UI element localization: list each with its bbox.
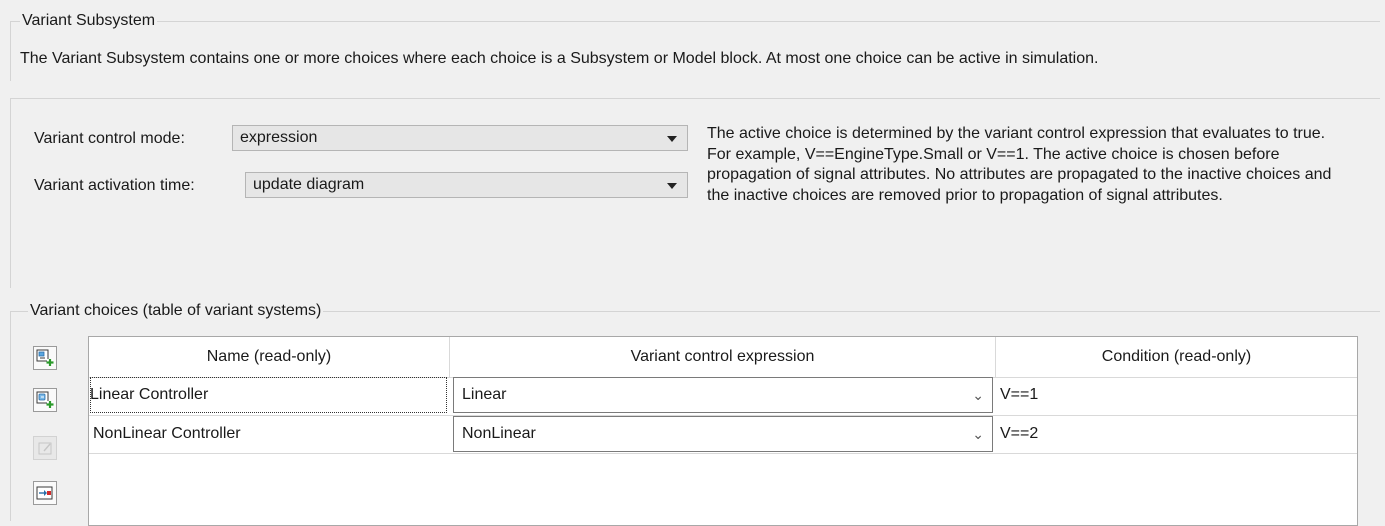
choice-expression-dropdown[interactable]: Linear ⌄ xyxy=(453,377,993,413)
activation-time-dropdown[interactable]: update diagram xyxy=(245,172,688,198)
dropdown-arrow-icon xyxy=(667,136,677,142)
dropdown-arrow-icon xyxy=(667,183,677,189)
add-subsystem-choice-icon xyxy=(36,349,54,366)
choice-name-cell[interactable]: Linear Controller xyxy=(90,377,447,413)
choice-condition-cell: V==1 xyxy=(1000,386,1039,403)
activation-time-label: Variant activation time: xyxy=(34,177,195,194)
choice-expression-value: NonLinear xyxy=(462,425,536,442)
variant-choices-title: Variant choices (table of variant system… xyxy=(28,301,324,321)
variant-subsystem-description: The Variant Subsystem contains one or mo… xyxy=(20,50,1099,67)
chevron-down-icon: ⌄ xyxy=(972,387,984,403)
activation-time-value: update diagram xyxy=(253,176,365,193)
control-mode-label: Variant control mode: xyxy=(34,130,185,147)
control-mode-value: expression xyxy=(240,129,318,146)
edit-choice-icon xyxy=(38,442,52,455)
column-header-condition[interactable]: Condition (read-only) xyxy=(996,337,1357,377)
edit-choice-button[interactable] xyxy=(33,436,57,460)
open-block-button[interactable] xyxy=(33,481,57,505)
column-header-expression[interactable]: Variant control expression xyxy=(450,337,996,377)
add-subsystem-choice-button[interactable] xyxy=(33,346,57,370)
row-divider xyxy=(89,453,1357,454)
chevron-down-icon: ⌄ xyxy=(972,426,984,442)
add-model-choice-button[interactable] xyxy=(33,388,57,412)
choice-expression-value: Linear xyxy=(462,386,507,403)
variant-mode-help-text: The active choice is determined by the v… xyxy=(707,125,1332,204)
variant-choices-table: Name (read-only) Variant control express… xyxy=(88,336,1358,526)
variant-subsystem-title: Variant Subsystem xyxy=(20,11,158,31)
choice-expression-dropdown[interactable]: NonLinear ⌄ xyxy=(453,416,993,452)
choice-name-cell[interactable]: NonLinear Controller xyxy=(93,416,241,452)
open-block-icon xyxy=(36,486,53,500)
add-model-choice-icon xyxy=(36,391,54,408)
column-header-name[interactable]: Name (read-only) xyxy=(89,337,450,377)
control-mode-dropdown[interactable]: expression xyxy=(232,125,688,151)
choice-condition-cell: V==2 xyxy=(1000,425,1039,442)
